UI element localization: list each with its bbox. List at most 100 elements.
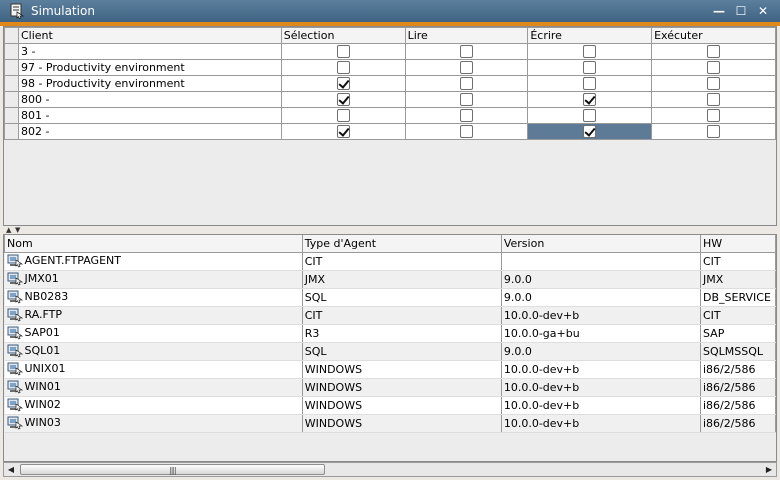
column-header-lire[interactable]: Lire	[404, 27, 529, 44]
column-header-nom[interactable]: Nom	[4, 235, 303, 253]
permission-row[interactable]: 97 - Productivity environment	[4, 59, 776, 76]
splitter-down-arrow-icon[interactable]: ▼	[15, 227, 20, 234]
lire-checkbox[interactable]	[459, 45, 473, 59]
permission-row[interactable]: 98 - Productivity environment	[4, 75, 776, 92]
row-header[interactable]	[4, 43, 19, 60]
maximize-button[interactable]: ☐	[732, 3, 750, 19]
lire-cell[interactable]	[404, 91, 529, 108]
agent-row[interactable]: JMX01 JMX 9.0.0 JMX	[4, 270, 776, 289]
lire-cell[interactable]	[404, 107, 529, 124]
selection-checkbox[interactable]	[336, 93, 350, 107]
row-header[interactable]	[4, 91, 19, 108]
ecrire-checkbox[interactable]	[583, 77, 597, 91]
selection-cell[interactable]	[280, 107, 406, 124]
agent-row[interactable]: SAP01 R3 10.0.0-ga+bu SAP	[4, 324, 776, 343]
executer-cell[interactable]	[651, 43, 776, 60]
selection-checkbox[interactable]	[336, 77, 350, 91]
minimize-button[interactable]: —	[710, 3, 728, 19]
agent-row[interactable]: AGENT.FTPAGENT CIT CIT	[4, 252, 776, 271]
row-header[interactable]	[4, 75, 19, 92]
lire-checkbox[interactable]	[459, 77, 473, 91]
selection-cell[interactable]	[280, 75, 406, 92]
ecrire-cell[interactable]	[527, 59, 653, 76]
lire-cell[interactable]	[404, 43, 529, 60]
lire-checkbox[interactable]	[459, 109, 473, 123]
corner-header	[4, 27, 19, 44]
client-cell: 801 -	[17, 107, 282, 124]
executer-cell[interactable]	[651, 107, 776, 124]
ecrire-checkbox[interactable]	[583, 61, 597, 75]
lire-checkbox[interactable]	[459, 61, 473, 75]
agent-name-label: RA.FTP	[24, 308, 63, 321]
agent-row[interactable]: NB0283 SQL 9.0.0 DB_SERVICE	[4, 288, 776, 307]
column-header-version[interactable]: Version	[500, 235, 702, 253]
selection-cell[interactable]	[280, 59, 406, 76]
selection-checkbox[interactable]	[336, 61, 350, 75]
agent-computer-icon	[7, 254, 23, 268]
executer-cell[interactable]	[651, 75, 776, 92]
agent-name-cell: WIN01	[4, 378, 303, 397]
lire-cell[interactable]	[404, 123, 529, 140]
permission-row[interactable]: 800 -	[4, 91, 776, 108]
selection-cell[interactable]	[280, 91, 406, 108]
panel-splitter[interactable]: ▲ ▼	[0, 226, 780, 234]
lire-cell[interactable]	[404, 59, 529, 76]
agent-row[interactable]: SQL01 SQL 9.0.0 SQLMSSQL	[4, 342, 776, 361]
agent-row[interactable]: WIN02 WINDOWS 10.0.0-dev+b i86/2/586	[4, 396, 776, 415]
ecrire-cell[interactable]	[527, 107, 653, 124]
row-header[interactable]	[4, 123, 19, 140]
lire-cell[interactable]	[404, 75, 529, 92]
agent-row[interactable]: WIN01 WINDOWS 10.0.0-dev+b i86/2/586	[4, 378, 776, 397]
executer-checkbox[interactable]	[707, 61, 721, 75]
agent-row[interactable]: UNIX01 WINDOWS 10.0.0-dev+b i86/2/586	[4, 360, 776, 379]
ecrire-cell[interactable]	[527, 75, 653, 92]
executer-cell[interactable]	[651, 59, 776, 76]
agent-type-cell: SQL	[302, 342, 502, 361]
ecrire-checkbox[interactable]	[583, 109, 597, 123]
agent-hw-cell: SAP	[700, 324, 776, 343]
permission-row[interactable]: 801 -	[4, 107, 776, 124]
permission-row[interactable]: 802 -	[4, 123, 776, 140]
selection-cell[interactable]	[280, 43, 406, 60]
scrollbar-thumb[interactable]: ||||	[20, 464, 325, 475]
permission-row[interactable]: 3 -	[4, 43, 776, 60]
splitter-up-arrow-icon[interactable]: ▲	[6, 227, 11, 234]
scroll-right-arrow-icon[interactable]: ▶	[762, 463, 776, 476]
column-header-type[interactable]: Type d'Agent	[301, 235, 502, 253]
selection-cell[interactable]	[280, 123, 406, 140]
agent-computer-icon	[7, 290, 23, 304]
lire-checkbox[interactable]	[459, 125, 473, 139]
executer-checkbox[interactable]	[707, 77, 721, 91]
agent-row[interactable]: RA.FTP CIT 10.0.0-dev+b CIT	[4, 306, 776, 325]
row-header[interactable]	[4, 59, 19, 76]
ecrire-cell[interactable]	[527, 91, 653, 108]
column-header-selection[interactable]: Sélection	[280, 27, 406, 44]
close-button[interactable]: ✕	[754, 3, 772, 19]
agent-row[interactable]: WIN03 WINDOWS 10.0.0-dev+b i86/2/586	[4, 414, 776, 433]
executer-cell[interactable]	[651, 123, 776, 140]
selection-checkbox[interactable]	[336, 109, 350, 123]
column-header-executer[interactable]: Exécuter	[651, 27, 776, 44]
ecrire-checkbox[interactable]	[583, 125, 597, 139]
executer-cell[interactable]	[651, 91, 776, 108]
ecrire-checkbox[interactable]	[583, 45, 597, 59]
column-header-client[interactable]: Client	[17, 27, 282, 44]
selection-checkbox[interactable]	[336, 125, 350, 139]
permissions-table: Client Sélection Lire Écrire Exécuter 3 …	[4, 27, 776, 140]
selection-checkbox[interactable]	[336, 45, 350, 59]
ecrire-checkbox[interactable]	[583, 93, 597, 107]
scroll-left-arrow-icon[interactable]: ◀	[4, 463, 18, 476]
horizontal-scrollbar[interactable]: ◀ |||| ▶	[3, 462, 777, 477]
executer-checkbox[interactable]	[707, 93, 721, 107]
executer-checkbox[interactable]	[707, 125, 721, 139]
lire-checkbox[interactable]	[459, 93, 473, 107]
row-header[interactable]	[4, 107, 19, 124]
ecrire-cell[interactable]	[527, 123, 653, 140]
column-header-hw[interactable]: HW	[700, 235, 776, 253]
column-header-ecrire[interactable]: Écrire	[527, 27, 653, 44]
ecrire-cell[interactable]	[527, 43, 653, 60]
agent-computer-icon	[7, 398, 23, 412]
executer-checkbox[interactable]	[707, 45, 721, 59]
agent-hw-cell: DB_SERVICE	[700, 288, 776, 307]
executer-checkbox[interactable]	[707, 109, 721, 123]
